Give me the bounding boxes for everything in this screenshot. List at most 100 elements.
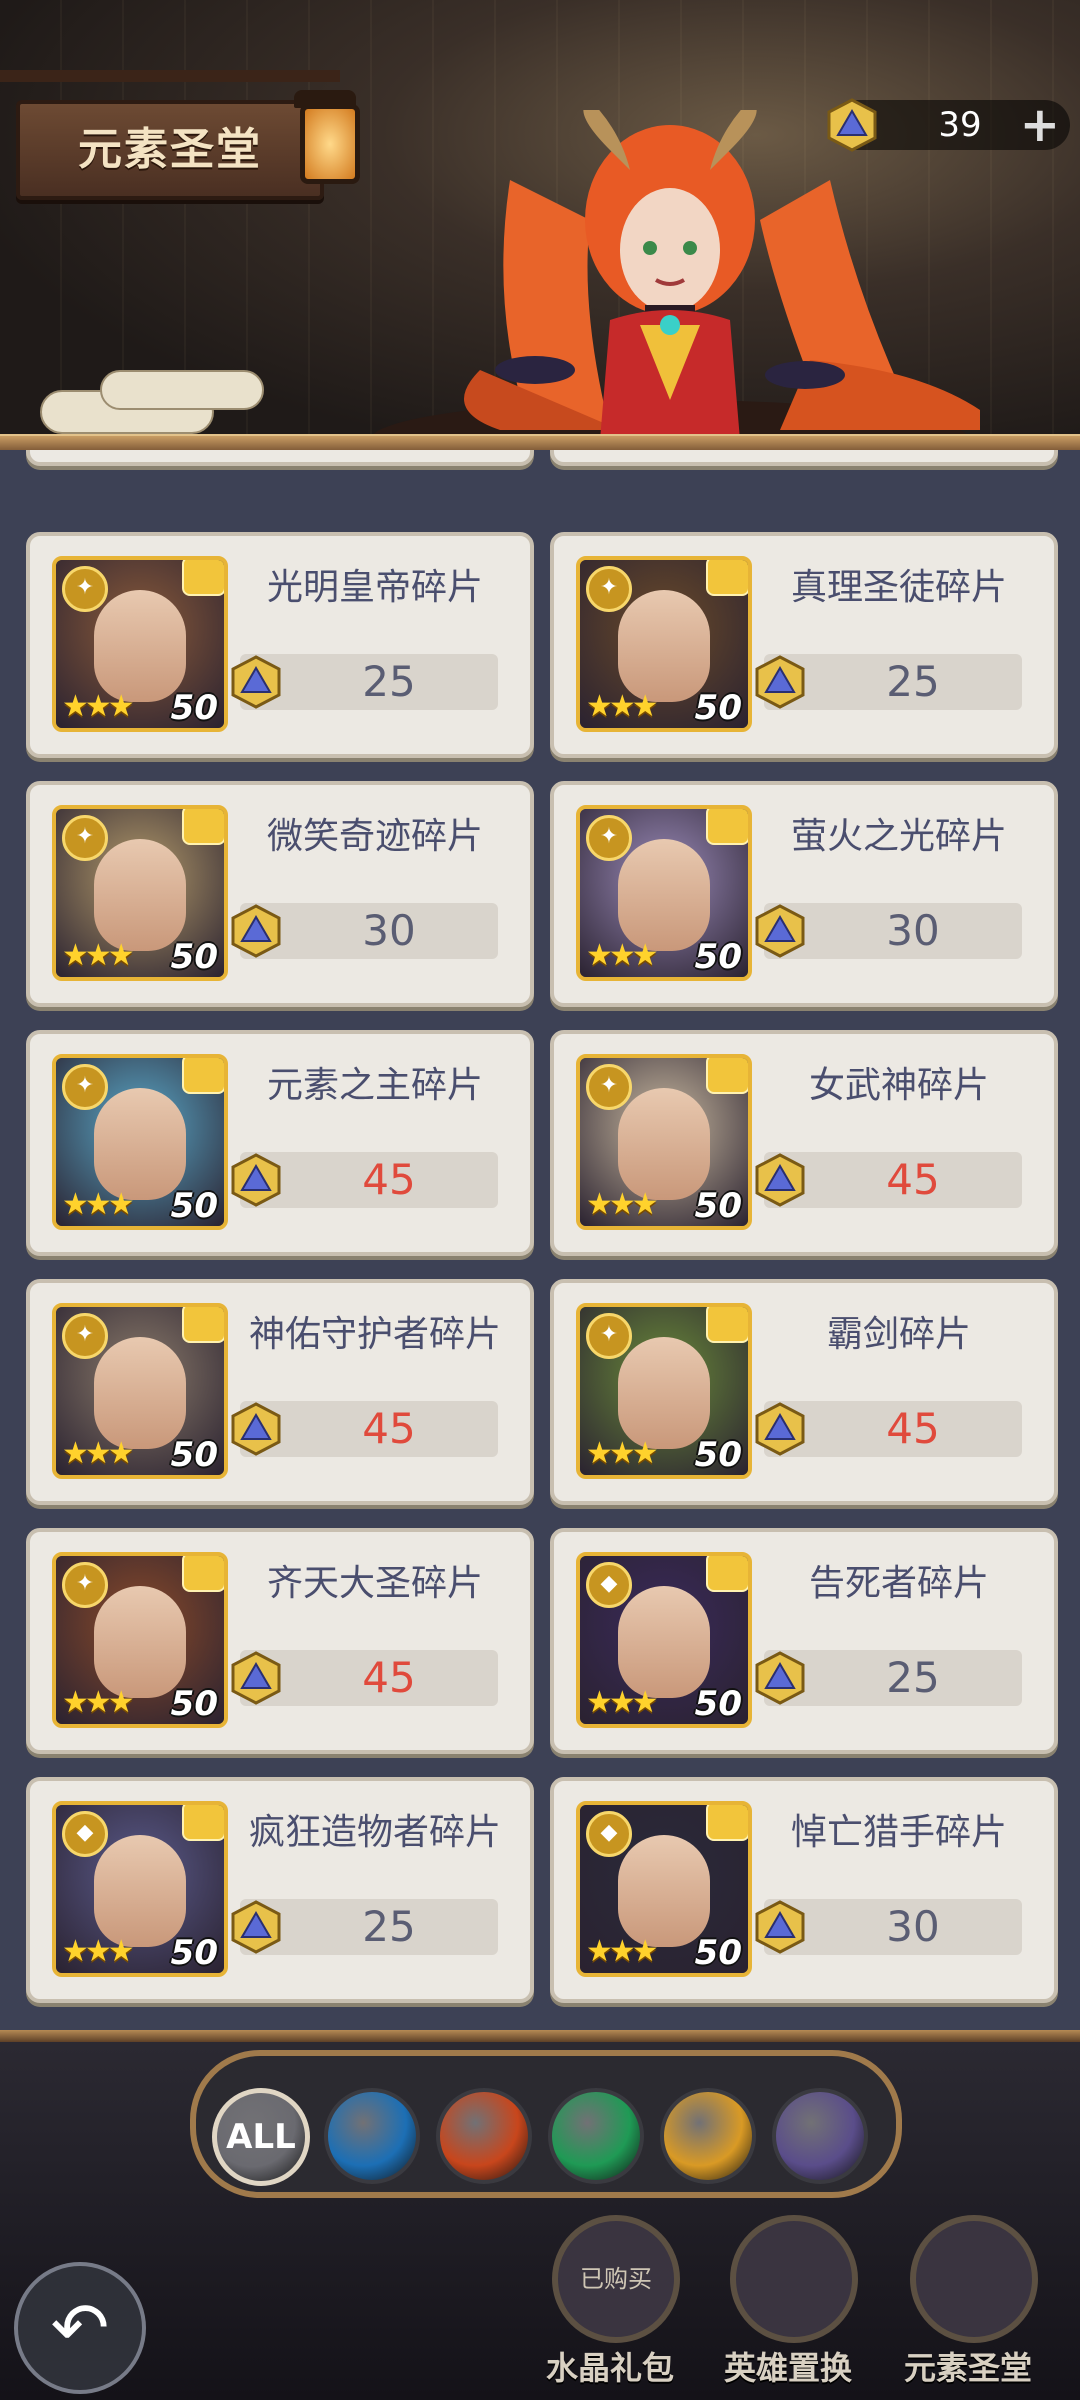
crystal-amount: 39	[938, 105, 982, 145]
nav-badge: 已购买	[580, 2265, 652, 2293]
crystal-icon	[231, 904, 281, 958]
light-icon: ✦	[62, 1064, 108, 1110]
crystal-icon	[231, 1651, 281, 1705]
hero-level: 50	[170, 1186, 218, 1226]
helmet-icon	[730, 2215, 858, 2343]
hero-level: 50	[170, 688, 218, 728]
filter-all[interactable]: ALL	[212, 2088, 310, 2186]
shard-card[interactable]: ✦ ★★★ 50 霸剑碎片 45	[550, 1279, 1058, 1505]
shard-name: 元素之主碎片	[266, 1065, 483, 1106]
back-arrow-icon: ↶	[50, 2287, 110, 2369]
hero-level: 50	[170, 1435, 218, 1475]
hero-portrait: ✦ ★★★ 50	[52, 1303, 228, 1479]
shard-card[interactable]: ✦ ★★★ 50 萤火之光碎片 30	[550, 781, 1058, 1007]
filter-light[interactable]	[660, 2088, 756, 2184]
lantern-icon	[290, 80, 360, 190]
price-tag: 25	[755, 654, 1022, 710]
crystal-icon	[231, 1153, 281, 1207]
light-icon: ✦	[586, 1064, 632, 1110]
star-rating: ★★★	[586, 1934, 659, 1969]
shard-card-partial[interactable]: 35	[550, 450, 1058, 466]
star-rating: ★★★	[62, 689, 135, 724]
nav-crystal-pack[interactable]: 已购买水晶礼包	[530, 2215, 690, 2395]
hero-level: 50	[170, 1684, 218, 1724]
shard-puzzle-icon	[706, 1058, 748, 1094]
shard-card[interactable]: ◆ ★★★ 50 告死者碎片 25	[550, 1528, 1058, 1754]
price-value: 30	[886, 1902, 940, 1951]
light-icon: ✦	[62, 1313, 108, 1359]
shard-card-partial[interactable]: 35	[26, 450, 534, 466]
shard-card[interactable]: ✦ ★★★ 50 女武神碎片 45	[550, 1030, 1058, 1256]
hero-level: 50	[694, 1933, 742, 1973]
crystal-icon	[231, 655, 281, 709]
filter-dark[interactable]	[772, 2088, 868, 2184]
price-tag: 45	[231, 1650, 498, 1706]
price-value: 45	[362, 1155, 416, 1204]
shard-card[interactable]: ✦ ★★★ 50 齐天大圣碎片 45	[26, 1528, 534, 1754]
price-value: 45	[362, 1404, 416, 1453]
shard-card[interactable]: ✦ ★★★ 50 元素之主碎片 45	[26, 1030, 534, 1256]
element-filter-bar: ALL	[190, 2050, 902, 2198]
header-frame-edge	[0, 434, 1080, 450]
hero-portrait: ✦ ★★★ 50	[576, 1303, 752, 1479]
shard-shop-list[interactable]: 35 35 ✦ ★★★ 50 光明皇帝碎片 25 ✦ ★★★ 50 真理圣徒碎片 25 ✦ ★★★ 50 微笑…	[0, 450, 1080, 2030]
shard-card[interactable]: ✦ ★★★ 50 光明皇帝碎片 25	[26, 532, 534, 758]
price-value: 45	[886, 1404, 940, 1453]
shard-card[interactable]: ◆ ★★★ 50 疯狂造物者碎片 25	[26, 1777, 534, 2003]
shard-puzzle-icon	[182, 560, 224, 596]
add-crystals-button[interactable]: +	[1020, 100, 1060, 150]
nav-helmet[interactable]: 英雄置换	[708, 2215, 868, 2395]
hero-portrait: ◆ ★★★ 50	[52, 1801, 228, 1977]
filter-water[interactable]	[324, 2088, 420, 2184]
shard-name: 齐天大圣碎片	[266, 1563, 483, 1604]
back-button[interactable]: ↶	[14, 2262, 146, 2394]
shard-puzzle-icon	[182, 1058, 224, 1094]
shard-puzzle-icon	[706, 1307, 748, 1343]
hero-portrait: ✦ ★★★ 50	[52, 805, 228, 981]
crystal-icon	[755, 655, 805, 709]
hero-portrait: ◆ ★★★ 50	[576, 1552, 752, 1728]
price-tag: 45	[755, 1401, 1022, 1457]
star-rating: ★★★	[586, 1685, 659, 1720]
hero-level: 50	[694, 1435, 742, 1475]
shard-puzzle-icon	[182, 1556, 224, 1592]
filter-fire[interactable]	[436, 2088, 532, 2184]
shard-card[interactable]: ✦ ★★★ 50 真理圣徒碎片 25	[550, 532, 1058, 758]
shard-card[interactable]: ◆ ★★★ 50 悼亡猎手碎片 30	[550, 1777, 1058, 2003]
price-tag: 45	[231, 1152, 498, 1208]
price-tag: 30	[755, 903, 1022, 959]
crystal-pack-icon: 已购买	[552, 2215, 680, 2343]
nav-label: 元素圣堂	[903, 2349, 1032, 2387]
light-icon: ✦	[62, 566, 108, 612]
price-tag: 25	[755, 1650, 1022, 1706]
price-value: 25	[362, 1902, 416, 1951]
shard-puzzle-icon	[182, 1805, 224, 1841]
shard-puzzle-icon	[182, 1307, 224, 1343]
shard-card[interactable]: ✦ ★★★ 50 微笑奇迹碎片 30	[26, 781, 534, 1007]
nav-label: 英雄置换	[723, 2349, 852, 2387]
page-title: 元素圣堂	[78, 124, 262, 175]
shard-name: 告死者碎片	[808, 1563, 989, 1604]
hero-level: 50	[694, 1186, 742, 1226]
shop-header: 元素圣堂 39 +	[0, 0, 1080, 450]
nav-label: 水晶礼包	[545, 2349, 674, 2387]
hero-level: 50	[694, 688, 742, 728]
star-rating: ★★★	[586, 689, 659, 724]
star-rating: ★★★	[62, 1934, 135, 1969]
crystal-icon	[755, 904, 805, 958]
filter-wind[interactable]	[548, 2088, 644, 2184]
price-value: 25	[886, 657, 940, 706]
price-tag: 45	[231, 1401, 498, 1457]
light-icon: ✦	[586, 1313, 632, 1359]
bottom-panel-edge	[0, 2030, 1080, 2042]
hero-level: 50	[170, 1933, 218, 1973]
nav-sanctum[interactable]: 元素圣堂	[888, 2215, 1048, 2395]
star-rating: ★★★	[62, 1436, 135, 1471]
shard-card[interactable]: ✦ ★★★ 50 神佑守护者碎片 45	[26, 1279, 534, 1505]
price-tag: 25	[231, 654, 498, 710]
price-value: 45	[362, 1653, 416, 1702]
light-icon: ✦	[586, 815, 632, 861]
shard-puzzle-icon	[706, 1805, 748, 1841]
hero-portrait: ◆ ★★★ 50	[576, 1801, 752, 1977]
price-tag: 30	[231, 903, 498, 959]
